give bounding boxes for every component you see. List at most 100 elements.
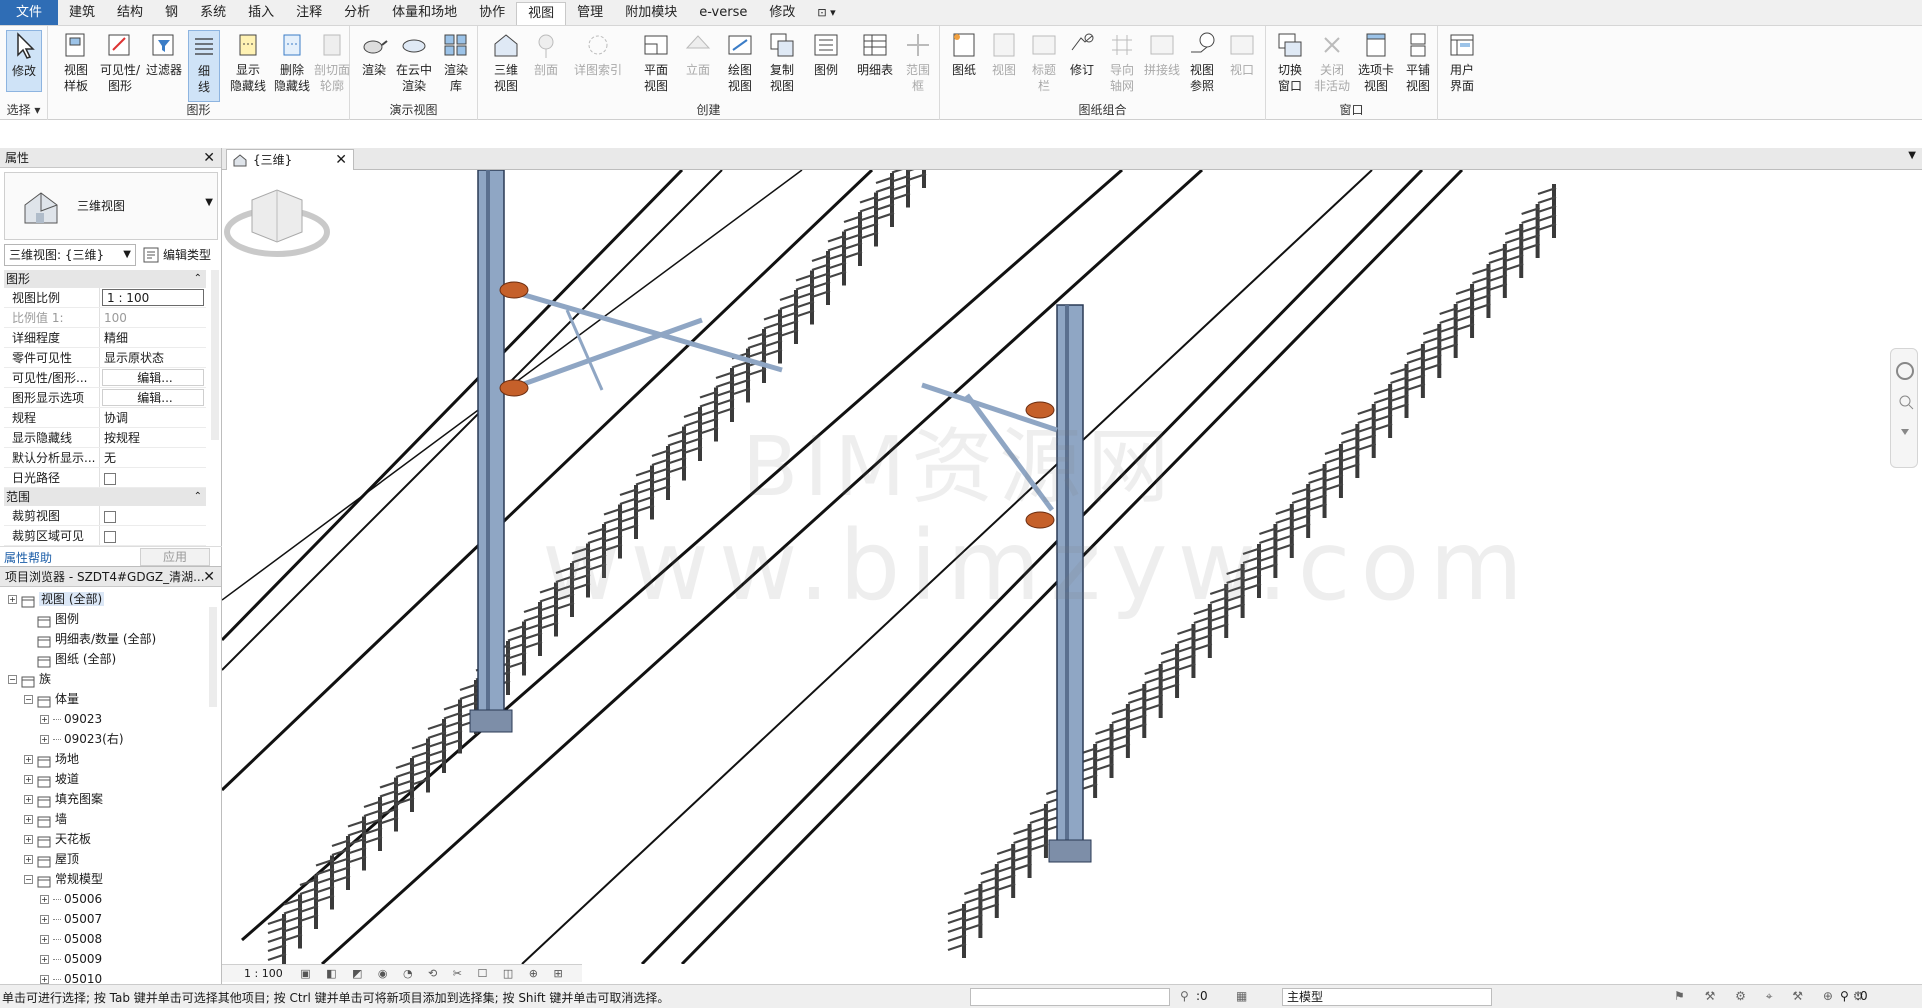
schedules-button[interactable]: 明细表	[850, 30, 900, 78]
close-inactive-button[interactable]: 关闭 非活动	[1310, 30, 1354, 94]
collapse-icon[interactable]: −	[24, 875, 33, 884]
close-icon[interactable]: ✕	[203, 148, 215, 168]
tree-node[interactable]: + 墙	[0, 809, 210, 829]
expand-icon[interactable]: +	[24, 835, 33, 844]
expand-icon[interactable]: +	[40, 895, 49, 904]
view-reference-button[interactable]: 视图 参照	[1180, 30, 1224, 94]
render-button[interactable]: 渲染	[352, 30, 396, 78]
modify-button[interactable]: 修改	[6, 30, 42, 92]
tree-node[interactable]: + 视图 (全部)	[0, 589, 210, 609]
cut-profile-button[interactable]: 剖切面 轮廓	[310, 30, 354, 94]
menu-tab-0[interactable]: 文件	[0, 0, 59, 25]
property-checkbox[interactable]	[100, 506, 206, 525]
menu-tab-5[interactable]: 插入	[237, 0, 285, 25]
expand-icon[interactable]: +	[40, 955, 49, 964]
menu-tab-3[interactable]: 钢	[154, 0, 189, 25]
view-control-icons[interactable]: ▣ ◧ ◩ ◉ ◔ ⟲ ✂ ☐ ◫ ⊕ ⊞	[300, 967, 568, 980]
view-template-button[interactable]: 视图 样板	[54, 30, 98, 94]
tile-views-button[interactable]: 平铺 视图	[1396, 30, 1440, 94]
section-button[interactable]: 剖面	[524, 30, 568, 78]
render-gallery-button[interactable]: 渲染 库	[434, 30, 478, 94]
close-icon[interactable]: ✕	[203, 567, 215, 587]
close-icon[interactable]: ✕	[335, 150, 347, 170]
tree-node[interactable]: 图例	[0, 609, 210, 629]
property-value[interactable]: 无	[100, 448, 206, 467]
browser-scrollbar[interactable]	[209, 607, 217, 707]
expand-icon[interactable]: +	[40, 975, 49, 984]
checkbox[interactable]	[104, 530, 116, 543]
menu-tab-12[interactable]: 附加模块	[614, 0, 688, 25]
visibility-graphics-button[interactable]: 可见性/ 图形	[98, 30, 142, 94]
expand-icon[interactable]: +	[40, 915, 49, 924]
3d-viewport[interactable]: BIM资源网 www.bimzyw.com	[222, 170, 1922, 964]
properties-scrollbar[interactable]	[211, 270, 219, 440]
callout-button[interactable]: 详图索引	[568, 30, 628, 78]
tree-node[interactable]: +09023	[0, 709, 210, 729]
user-interface-button[interactable]: 用户 界面	[1440, 30, 1484, 94]
expand-icon[interactable]: +	[24, 755, 33, 764]
workset-selector[interactable]	[970, 988, 1170, 1006]
tab-menu-icon[interactable]: ▼	[1908, 150, 1916, 161]
edit-button[interactable]: 编辑...	[102, 369, 204, 386]
expand-icon[interactable]: +	[24, 815, 33, 824]
section-graphics[interactable]: 图形 ⌃	[4, 270, 206, 288]
menu-tab-14[interactable]: 修改	[758, 0, 806, 25]
guide-grid-button[interactable]: 导向 轴网	[1100, 30, 1144, 94]
plan-views-button[interactable]: 平面 视图	[634, 30, 678, 94]
viewcube[interactable]	[222, 170, 332, 270]
revisions-button[interactable]: 修订	[1060, 30, 1104, 78]
view-scale[interactable]: 1 : 100	[244, 967, 283, 980]
property-checkbox[interactable]	[100, 468, 206, 487]
quick-access-dropdown[interactable]: ⊡ ▾	[806, 0, 846, 25]
tree-node[interactable]: +05006	[0, 889, 210, 909]
collapse-icon[interactable]: −	[24, 695, 33, 704]
expand-icon[interactable]: +	[40, 715, 49, 724]
expand-icon[interactable]: +	[40, 735, 49, 744]
remove-hidden-lines-button[interactable]: 删除 隐藏线	[270, 30, 314, 94]
show-hidden-lines-button[interactable]: 显示 隐藏线	[226, 30, 270, 94]
expand-icon[interactable]: +	[24, 855, 33, 864]
select-group-label[interactable]: 选择 ▾	[0, 101, 47, 118]
sheet-button[interactable]: 图纸	[942, 30, 986, 78]
elevation-button[interactable]: 立面	[676, 30, 720, 78]
tree-node[interactable]: +05008	[0, 929, 210, 949]
render-in-cloud-button[interactable]: 在云中 渲染	[392, 30, 436, 94]
expand-icon[interactable]: +	[8, 595, 17, 604]
duplicate-view-button[interactable]: 复制 视图	[760, 30, 804, 94]
menu-tab-13[interactable]: e-verse	[688, 0, 758, 25]
3d-view-button[interactable]: 三维 视图	[484, 30, 528, 94]
instance-selector[interactable]: 三维视图: {三维} ▼	[4, 244, 136, 266]
property-checkbox[interactable]	[100, 526, 206, 545]
viewports-button[interactable]: 视口	[1220, 30, 1264, 78]
tree-node[interactable]: 明细表/数量 (全部)	[0, 629, 210, 649]
filter-funnel-icon[interactable]: ⚲	[1840, 989, 1849, 1003]
thin-lines-button[interactable]: 细 线	[188, 30, 220, 102]
menu-tab-9[interactable]: 协作	[468, 0, 516, 25]
edit-type-button[interactable]: 编辑类型	[141, 244, 219, 266]
drafting-view-button[interactable]: 绘图 视图	[718, 30, 762, 94]
menu-tab-11[interactable]: 管理	[566, 0, 614, 25]
checkbox[interactable]	[104, 510, 116, 523]
matchline-button[interactable]: 拼接线	[1140, 30, 1184, 78]
collapse-icon[interactable]: −	[8, 675, 17, 684]
tree-node[interactable]: − 常规模型	[0, 869, 210, 889]
tab-views-button[interactable]: 选项卡 视图	[1354, 30, 1398, 94]
tree-node[interactable]: +09023(右)	[0, 729, 210, 749]
property-value[interactable]: 协调	[100, 408, 206, 427]
type-selector[interactable]: 三维视图 ▼	[4, 172, 218, 240]
property-value[interactable]: 显示原状态	[100, 348, 206, 367]
expand-icon[interactable]: +	[24, 795, 33, 804]
menu-tab-1[interactable]: 建筑	[58, 0, 106, 25]
tree-node[interactable]: − 族	[0, 669, 210, 689]
design-option-selector[interactable]: 主模型	[1282, 988, 1492, 1006]
menu-tab-8[interactable]: 体量和场地	[381, 0, 468, 25]
menu-tab-6[interactable]: 注释	[285, 0, 333, 25]
property-value[interactable]: 按规程	[100, 428, 206, 447]
expand-icon[interactable]: +	[40, 935, 49, 944]
tree-node[interactable]: + 天花板	[0, 829, 210, 849]
tree-node[interactable]: +05009	[0, 949, 210, 969]
filters-button[interactable]: 过滤器	[142, 30, 186, 78]
edit-button[interactable]: 编辑...	[102, 389, 204, 406]
tree-node[interactable]: + 屋顶	[0, 849, 210, 869]
apply-button[interactable]: 应用	[140, 548, 210, 566]
